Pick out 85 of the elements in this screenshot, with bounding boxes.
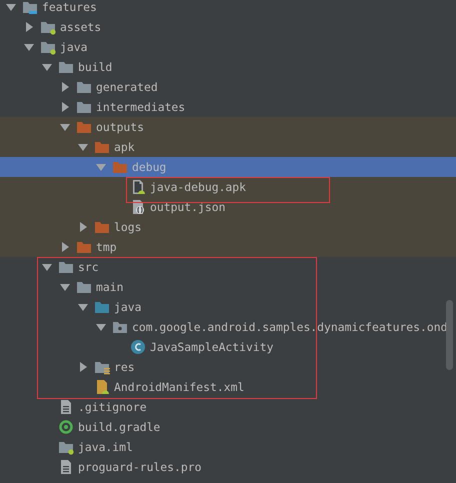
class-icon <box>130 339 146 355</box>
scrollbar-thumb[interactable] <box>446 300 453 370</box>
tree-item-label: apk <box>114 140 135 154</box>
tree-row[interactable]: outputs <box>0 117 456 137</box>
tree-row[interactable]: assets <box>0 17 456 37</box>
tree-item-label: JavaSampleActivity <box>150 340 274 354</box>
tree-item-label: debug <box>132 160 166 174</box>
tree-row[interactable]: apk <box>0 137 456 157</box>
folder-icon <box>58 59 74 75</box>
folder-icon <box>76 119 92 135</box>
expand-arrow-icon[interactable] <box>60 242 70 252</box>
expand-arrow-icon[interactable] <box>78 302 88 312</box>
folder-icon <box>40 19 56 35</box>
expand-arrow-icon[interactable] <box>24 42 34 52</box>
tree-row[interactable]: build <box>0 57 456 77</box>
tree-row[interactable]: res <box>0 357 456 377</box>
tree-item-label: output.json <box>150 200 226 214</box>
file-icon <box>58 399 74 415</box>
tree-item-label: .gitignore <box>78 400 147 414</box>
tree-item-label: AndroidManifest.xml <box>114 380 244 394</box>
expand-arrow-icon[interactable] <box>78 222 88 232</box>
tree-item-label: java <box>60 40 88 54</box>
expand-arrow-icon[interactable] <box>60 82 70 92</box>
folder-icon <box>94 219 110 235</box>
expand-arrow-icon[interactable] <box>6 2 16 12</box>
tree-row[interactable]: build.gradle <box>0 417 456 437</box>
expand-arrow-icon[interactable] <box>42 62 52 72</box>
gradle-icon <box>58 419 74 435</box>
tree-item-label: intermediates <box>96 100 186 114</box>
tree-row[interactable]: src <box>0 257 456 277</box>
tree-row[interactable]: JavaSampleActivity <box>0 337 456 357</box>
tree-item-label: java <box>114 300 142 314</box>
folder-icon <box>94 359 110 375</box>
folder-icon <box>76 79 92 95</box>
expand-arrow-icon[interactable] <box>42 262 52 272</box>
tree-item-label: main <box>96 280 124 294</box>
tree-item-label: tmp <box>96 240 117 254</box>
folder-icon <box>76 279 92 295</box>
tree-item-label: java.iml <box>78 440 133 454</box>
tree-row[interactable]: java <box>0 37 456 57</box>
tree-row[interactable]: output.json <box>0 197 456 217</box>
file-icon <box>94 379 110 395</box>
folder-icon <box>94 139 110 155</box>
expand-arrow-icon[interactable] <box>78 142 88 152</box>
tree-row[interactable]: java-debug.apk <box>0 177 456 197</box>
tree-row[interactable]: .gitignore <box>0 397 456 417</box>
expand-arrow-icon[interactable] <box>78 362 88 372</box>
tree-row[interactable]: java.iml <box>0 437 456 457</box>
tree-item-label: proguard-rules.pro <box>78 460 202 474</box>
folder-icon <box>94 299 110 315</box>
folder-icon <box>112 159 128 175</box>
tree-item-label: logs <box>114 220 142 234</box>
tree-item-label: assets <box>60 20 102 34</box>
folder-icon <box>58 439 74 455</box>
tree-item-label: generated <box>96 80 158 94</box>
expand-arrow-icon[interactable] <box>60 122 70 132</box>
folder-icon <box>40 39 56 55</box>
folder-icon <box>112 319 128 335</box>
file-icon <box>130 199 146 215</box>
expand-arrow-icon[interactable] <box>60 102 70 112</box>
tree-row[interactable]: intermediates <box>0 97 456 117</box>
tree-row[interactable]: proguard-rules.pro <box>0 457 456 477</box>
tree-item-label: java-debug.apk <box>150 180 246 194</box>
tree-row[interactable]: tmp <box>0 237 456 257</box>
expand-arrow-icon[interactable] <box>96 322 106 332</box>
tree-item-label: build.gradle <box>78 420 160 434</box>
tree-row[interactable]: AndroidManifest.xml <box>0 377 456 397</box>
tree-item-label: build <box>78 60 112 74</box>
tree-row[interactable]: features <box>0 0 456 17</box>
tree-item-label: outputs <box>96 120 144 134</box>
tree-item-label: src <box>78 260 99 274</box>
folder-icon <box>58 259 74 275</box>
expand-arrow-icon[interactable] <box>60 282 70 292</box>
tree-row[interactable]: main <box>0 277 456 297</box>
tree-item-label: res <box>114 360 135 374</box>
file-icon <box>58 459 74 475</box>
expand-arrow-icon[interactable] <box>24 22 34 32</box>
tree-row[interactable]: java <box>0 297 456 317</box>
folder-icon <box>22 0 38 15</box>
tree-row[interactable]: logs <box>0 217 456 237</box>
folder-icon <box>76 99 92 115</box>
tree-row[interactable]: generated <box>0 77 456 97</box>
tree-item-label: features <box>42 0 97 14</box>
file-icon <box>130 179 146 195</box>
folder-icon <box>76 239 92 255</box>
